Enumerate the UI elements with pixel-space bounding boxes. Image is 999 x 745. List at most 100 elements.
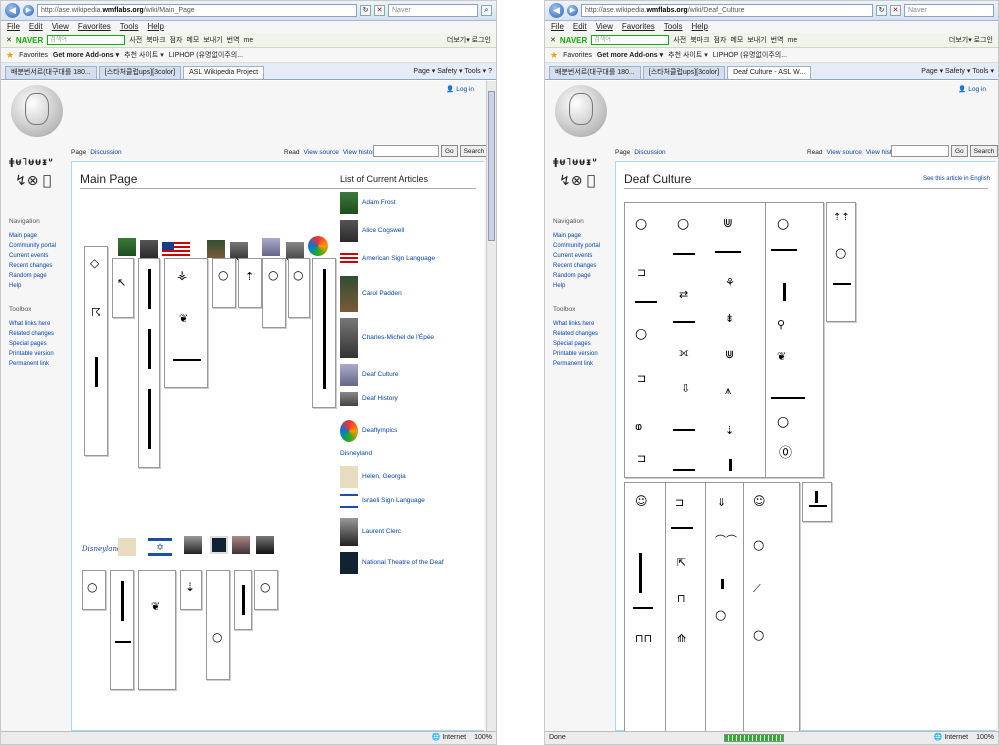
refresh-icon[interactable]: ↻ [876,5,887,16]
login-link[interactable]: 👤 Log in [958,85,986,93]
vertical-scrollbar[interactable] [486,81,496,731]
article-link[interactable]: Laurent Clerc [362,528,401,535]
tab-2[interactable]: [스타처클럽ups][3color] [642,66,726,79]
menu-file[interactable]: File [551,21,564,33]
menu-view[interactable]: View [52,21,69,33]
refresh-icon[interactable]: ↻ [360,5,371,16]
naver-link-translate[interactable]: 번역 [771,35,784,45]
back-icon[interactable]: ◀ [5,3,20,18]
naver-link-send[interactable]: 보내기 [747,35,766,45]
addons-link[interactable]: Get more Add-ons ▾ [597,51,663,59]
addons-link[interactable]: Get more Add-ons ▾ [53,51,119,59]
wikipedia-logo-icon[interactable] [11,85,63,137]
nav-current-events[interactable]: Current events [9,251,67,261]
star-icon[interactable]: ★ [550,50,558,61]
go-button[interactable]: Go [441,145,458,157]
naver-search-input[interactable]: 검색어 [47,35,126,45]
search-icon[interactable]: ⌕ [481,5,492,16]
naver-link-me[interactable]: me [788,37,798,44]
list-item[interactable]: Laurent Clerc [340,518,450,550]
tab-view-source[interactable]: View source [827,149,862,156]
tab-discussion[interactable]: Discussion [634,149,665,156]
nav-community-portal[interactable]: Community portal [9,241,67,251]
article-link[interactable]: Deaf Culture [362,371,399,378]
list-item[interactable]: Adam Frost [340,192,450,218]
list-item[interactable]: Carol Padden [340,276,450,316]
article-link[interactable]: Disneyland [340,450,372,457]
login-link[interactable]: 👤 Log in [446,85,474,93]
tool-special-pages[interactable]: Special pages [9,339,67,349]
list-item[interactable]: Israeli Sign Language [340,494,450,516]
tool-printable-version[interactable]: Printable version [553,349,611,359]
page-menu[interactable]: Page ▾ [921,68,943,75]
article-link[interactable]: Carol Padden [362,290,402,297]
search-button[interactable]: Search [969,145,998,157]
naver-more[interactable]: 더보기▾ 로그인 [949,35,993,45]
article-link[interactable]: Charles-Michel de l'Épée [362,334,434,341]
nav-main-page[interactable]: Main page [9,231,67,241]
stop-icon[interactable]: ✕ [890,5,901,16]
nav-random-page[interactable]: Random page [9,271,67,281]
suggested-sites[interactable]: 추천 사이트 ▾ [668,50,708,60]
article-link[interactable]: Adam Frost [362,199,396,206]
nav-current-events[interactable]: Current events [553,251,611,261]
list-item[interactable]: Alice Cogswell [340,220,450,246]
naver-link-bookmark[interactable]: 북마크 [690,35,709,45]
see-english-article-link[interactable]: See this article in English [923,176,990,182]
back-icon[interactable]: ◀ [549,3,564,18]
zoom-level[interactable]: 100% [474,732,492,744]
naver-link-bookmark[interactable]: 북마크 [146,35,165,45]
search-engine-input[interactable]: Naver [388,4,478,17]
tab-read[interactable]: Read [807,149,823,156]
tab-page[interactable]: Page [71,149,86,156]
nav-main-page[interactable]: Main page [553,231,611,241]
list-item[interactable]: Disneyland [340,448,450,464]
forward-icon[interactable]: ▶ [567,5,578,16]
list-item[interactable]: Deaflympics [340,420,450,446]
menu-edit[interactable]: Edit [29,21,43,33]
favorites-button[interactable]: Favorites [19,52,48,59]
list-item[interactable]: American Sign Language [340,248,450,274]
article-link[interactable]: American Sign Language [362,255,435,262]
menu-tools[interactable]: Tools [120,21,139,33]
nav-recent-changes[interactable]: Recent changes [9,261,67,271]
nav-random-page[interactable]: Random page [553,271,611,281]
naver-link-braille[interactable]: 점자 [170,35,183,45]
tool-what-links-here[interactable]: What links here [9,319,67,329]
menu-help[interactable]: Help [147,21,163,33]
article-link[interactable]: Deaf History [362,395,398,402]
tab-read[interactable]: Read [284,149,300,156]
menu-tools[interactable]: Tools [664,21,683,33]
list-item[interactable]: Charles-Michel de l'Épée [340,318,450,362]
tool-related-changes[interactable]: Related changes [9,329,67,339]
menu-view[interactable]: View [596,21,613,33]
wiki-search-input[interactable] [373,145,439,157]
scroll-thumb[interactable] [488,91,495,241]
article-link[interactable]: Alice Cogswell [362,227,404,234]
naver-link-memo[interactable]: 메모 [730,35,743,45]
close-toolbar-icon[interactable]: ✕ [6,36,12,44]
naver-link-send[interactable]: 보내기 [203,35,222,45]
tool-permanent-link[interactable]: Permanent link [553,359,611,369]
tool-permanent-link[interactable]: Permanent link [9,359,67,369]
safety-menu[interactable]: Safety ▾ [945,68,970,75]
article-link[interactable]: National Theatre of the Deaf [362,559,444,566]
tab-active[interactable]: ASL Wikipedia Project [183,66,265,79]
naver-more[interactable]: 더보기▾ 로그인 [447,35,491,45]
go-button[interactable]: Go [951,145,968,157]
menu-edit[interactable]: Edit [573,21,587,33]
naver-link-dict[interactable]: 사전 [673,35,686,45]
naver-link-translate[interactable]: 번역 [227,35,240,45]
naver-search-input[interactable]: 검색어 [591,35,670,45]
tool-special-pages[interactable]: Special pages [553,339,611,349]
tools-menu[interactable]: Tools ▾ [972,68,994,75]
nav-community-portal[interactable]: Community portal [553,241,611,251]
url-input[interactable]: http://ase.wikipedia.wmflabs.org/wiki/Ma… [37,4,357,17]
liphop-link[interactable]: LIPHOP (유명없이주의... [713,50,787,60]
suggested-sites[interactable]: 추천 사이트 ▾ [124,50,164,60]
article-link[interactable]: Israeli Sign Language [362,497,425,504]
list-item[interactable]: Deaf Culture [340,364,450,390]
article-link[interactable]: Deaflympics [362,427,397,434]
forward-icon[interactable]: ▶ [23,5,34,16]
page-menu[interactable]: Page ▾ [413,68,435,75]
